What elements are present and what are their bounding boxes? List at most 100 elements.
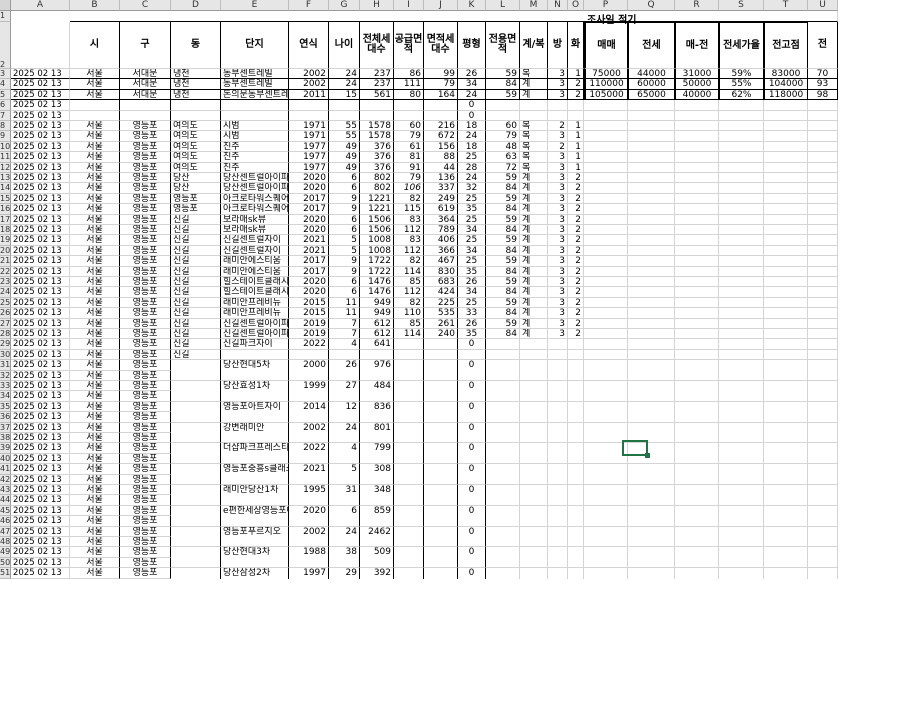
- cell-g36[interactable]: [329, 412, 360, 423]
- cell-i15[interactable]: 82: [394, 193, 424, 205]
- cell-h20[interactable]: 1008: [360, 245, 394, 257]
- cell-t15[interactable]: [764, 193, 808, 205]
- cell-u48[interactable]: [808, 537, 838, 548]
- cell-s40[interactable]: [719, 453, 764, 465]
- cell-g45[interactable]: 6: [329, 505, 360, 517]
- cell-l28[interactable]: 84: [486, 329, 520, 340]
- cell-p19[interactable]: [584, 235, 628, 246]
- cell-j32[interactable]: [424, 370, 458, 381]
- cell-q4[interactable]: 60000: [628, 79, 675, 90]
- cell-d33[interactable]: [171, 381, 221, 392]
- cell-r36[interactable]: [675, 412, 719, 423]
- cell-j50[interactable]: [424, 557, 458, 569]
- cell-e30[interactable]: [221, 349, 289, 361]
- cell-i42[interactable]: [394, 474, 424, 485]
- fill-handle[interactable]: [645, 453, 650, 458]
- cell-d24[interactable]: 신길: [171, 287, 221, 298]
- cell-d31[interactable]: [171, 360, 221, 371]
- cell-o48[interactable]: [568, 537, 584, 548]
- cell-t38[interactable]: [764, 433, 808, 444]
- cell-t21[interactable]: [764, 256, 808, 267]
- cell-t31[interactable]: [764, 360, 808, 371]
- cell-r32[interactable]: [675, 370, 719, 381]
- cell-h42[interactable]: [360, 474, 394, 485]
- cell-d22[interactable]: 신길: [171, 266, 221, 277]
- cell-j17[interactable]: 364: [424, 214, 458, 225]
- cell-g10[interactable]: 49: [329, 141, 360, 153]
- row-header-1[interactable]: 1: [0, 11, 11, 22]
- cell-j27[interactable]: 261: [424, 318, 458, 329]
- cell-p48[interactable]: [584, 537, 628, 548]
- cell-k12[interactable]: 28: [458, 162, 486, 173]
- cell-o16[interactable]: 2: [568, 204, 584, 215]
- cell-g22[interactable]: 9: [329, 266, 360, 277]
- cell-c10[interactable]: 영등포: [120, 141, 171, 153]
- cell-s17[interactable]: [719, 214, 764, 225]
- cell-k36[interactable]: [458, 412, 486, 423]
- cell-p45[interactable]: [584, 505, 628, 517]
- cell-i16[interactable]: 115: [394, 204, 424, 215]
- header-c[interactable]: 구: [120, 22, 171, 69]
- cell-m49[interactable]: [520, 547, 548, 558]
- header-g[interactable]: 나이: [329, 22, 360, 69]
- cell-d49[interactable]: [171, 547, 221, 558]
- cell-u46[interactable]: [808, 516, 838, 527]
- header-d[interactable]: 동: [171, 22, 221, 69]
- cell-n5[interactable]: 3: [548, 89, 568, 101]
- cell-l33[interactable]: [486, 381, 520, 392]
- cell-b39[interactable]: 서울: [70, 443, 120, 454]
- cell-q44[interactable]: [628, 495, 675, 506]
- cell-r31[interactable]: [675, 360, 719, 371]
- cell-i5[interactable]: 80: [394, 89, 424, 101]
- cell-i24[interactable]: 112: [394, 287, 424, 298]
- cell-i26[interactable]: 110: [394, 308, 424, 319]
- row-header-49[interactable]: 49: [0, 547, 11, 558]
- cell-m32[interactable]: [520, 370, 548, 381]
- row-header-31[interactable]: 31: [0, 360, 11, 371]
- cell-u20[interactable]: [808, 245, 838, 257]
- cell-n41[interactable]: [548, 464, 568, 475]
- cell-j43[interactable]: [424, 485, 458, 496]
- cell-j31[interactable]: [424, 360, 458, 371]
- cell-u49[interactable]: [808, 547, 838, 558]
- cell-s45[interactable]: [719, 505, 764, 517]
- cell-s14[interactable]: [719, 183, 764, 194]
- cell-f14[interactable]: 2020: [289, 183, 329, 194]
- cell-u10[interactable]: [808, 141, 838, 153]
- cell-a12[interactable]: 2025 02 13: [11, 162, 70, 173]
- cell-n13[interactable]: 3: [548, 173, 568, 184]
- cell-j34[interactable]: [424, 391, 458, 402]
- cell-a33[interactable]: 2025 02 13: [11, 381, 70, 392]
- cell-t11[interactable]: [764, 152, 808, 163]
- cell-f15[interactable]: 2017: [289, 193, 329, 205]
- cell-j20[interactable]: 366: [424, 245, 458, 257]
- cell-h25[interactable]: 949: [360, 297, 394, 309]
- cell-m30[interactable]: [520, 349, 548, 361]
- cell-g26[interactable]: 11: [329, 308, 360, 319]
- row-header-26[interactable]: 26: [0, 308, 11, 319]
- row-header-12[interactable]: 12: [0, 162, 11, 173]
- cell-j38[interactable]: [424, 433, 458, 444]
- cell-n8[interactable]: 2: [548, 121, 568, 132]
- cell-k40[interactable]: [458, 453, 486, 465]
- cell-t50[interactable]: [764, 557, 808, 569]
- cell-l14[interactable]: 84: [486, 183, 520, 194]
- cell-d46[interactable]: [171, 516, 221, 527]
- cell-l38[interactable]: [486, 433, 520, 444]
- cell-t27[interactable]: [764, 318, 808, 329]
- cell-u50[interactable]: [808, 557, 838, 569]
- cell-e4[interactable]: 동부센트레빌: [221, 79, 289, 90]
- cell-m44[interactable]: [520, 495, 548, 506]
- cell-b27[interactable]: 서울: [70, 318, 120, 329]
- cell-o6[interactable]: [568, 100, 584, 111]
- cell-i39[interactable]: [394, 443, 424, 454]
- cell-q17[interactable]: [628, 214, 675, 225]
- cell-k9[interactable]: 24: [458, 131, 486, 142]
- cell-k39[interactable]: 0: [458, 443, 486, 454]
- cell-m51[interactable]: [520, 568, 548, 579]
- cell-r9[interactable]: [675, 131, 719, 142]
- cell-q9[interactable]: [628, 131, 675, 142]
- cell-g51[interactable]: 29: [329, 568, 360, 579]
- cell-d13[interactable]: 당산: [171, 173, 221, 184]
- cell-o12[interactable]: 1: [568, 162, 584, 173]
